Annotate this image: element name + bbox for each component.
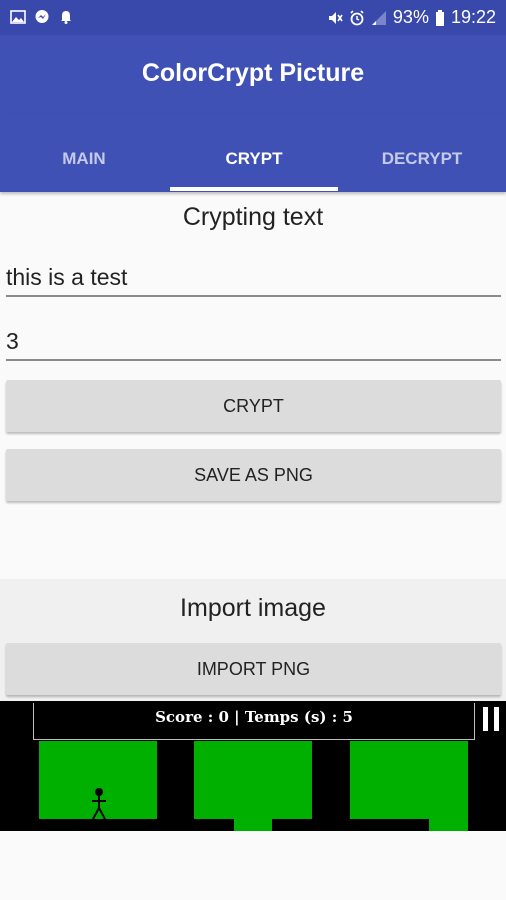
clock: 19:22 xyxy=(450,7,496,27)
status-right: 93% 19:22 xyxy=(327,7,496,28)
tab-crypt[interactable]: CRYPT xyxy=(170,115,338,192)
status-left-icons xyxy=(10,9,74,25)
notification-icon xyxy=(61,11,71,24)
battery-percent: 93% xyxy=(392,7,429,27)
battery-icon xyxy=(435,9,444,26)
crypt-text-input[interactable] xyxy=(6,259,501,297)
active-tab-indicator xyxy=(170,187,338,191)
mute-icon xyxy=(328,11,343,24)
crypt-button[interactable]: CRYPT xyxy=(6,380,501,432)
green-step xyxy=(234,819,272,831)
gallery-icon xyxy=(10,10,26,24)
pause-icon[interactable] xyxy=(482,707,500,731)
stick-figure-player xyxy=(92,788,106,820)
score-hud: Score : 0 | Temps (s) : 5 xyxy=(33,703,475,740)
tab-bar: MAIN CRYPT DECRYPT xyxy=(0,115,506,192)
crypting-heading: Crypting text xyxy=(182,203,324,231)
green-platform xyxy=(194,741,312,819)
import-png-button[interactable]: IMPORT PNG xyxy=(6,643,501,695)
save-png-button[interactable]: SAVE AS PNG xyxy=(6,449,501,501)
bottom-empty-area xyxy=(0,831,506,900)
import-heading: Import image xyxy=(180,594,326,622)
green-platform xyxy=(350,741,468,819)
import-panel: Import image IMPORT PNG xyxy=(0,579,506,701)
status-bar: 93% 19:22 xyxy=(0,0,506,35)
app-bar: ColorCrypt Picture xyxy=(0,35,506,115)
signal-icon xyxy=(371,10,386,25)
green-step xyxy=(429,819,468,831)
app-title: ColorCrypt Picture xyxy=(141,59,365,87)
crypt-key-input[interactable] xyxy=(6,323,501,361)
game-view[interactable]: Score : 0 | Temps (s) : 5 xyxy=(0,701,506,831)
tab-main[interactable]: MAIN xyxy=(0,115,168,192)
messenger-icon xyxy=(35,10,49,23)
tab-decrypt[interactable]: DECRYPT xyxy=(338,115,506,192)
alarm-icon xyxy=(350,9,364,25)
